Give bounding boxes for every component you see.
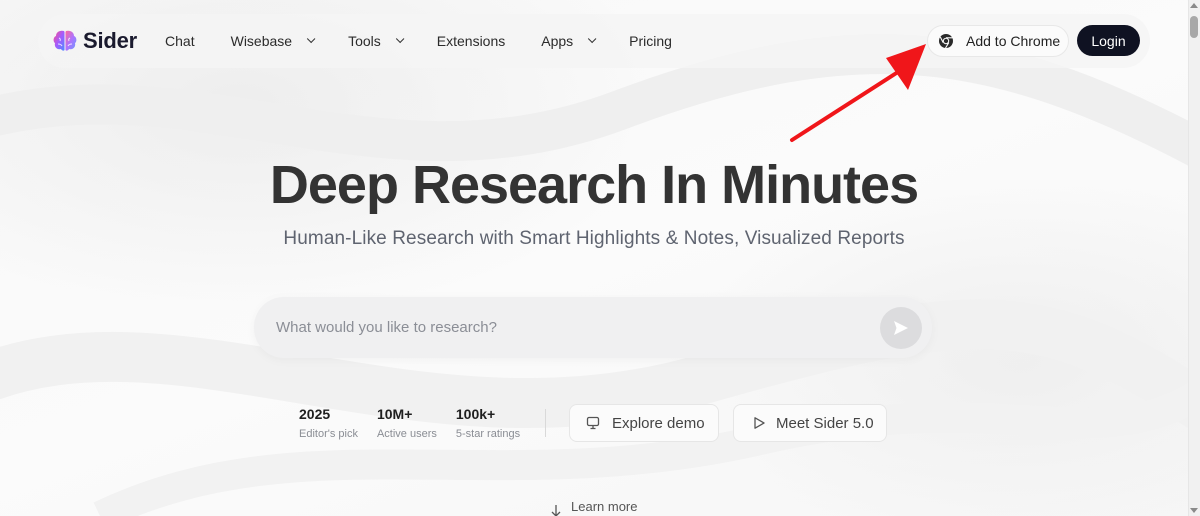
- chevron-down-icon: [588, 34, 597, 44]
- scrollbar-thumb[interactable]: [1190, 16, 1198, 38]
- meet-sider-label: Meet Sider 5.0: [776, 414, 874, 432]
- explore-demo-label: Explore demo: [612, 414, 705, 432]
- research-search-box: [254, 297, 932, 358]
- stats-row: 2025 Editor's pick 10M+ Active users 100…: [299, 406, 539, 440]
- stat-value: 2025: [299, 406, 331, 422]
- monitor-icon: [586, 416, 600, 430]
- meet-sider-button[interactable]: Meet Sider 5.0: [733, 404, 887, 442]
- login-button[interactable]: Login: [1077, 25, 1140, 56]
- stat-value: 10M+: [376, 406, 413, 422]
- nav-item-apps[interactable]: Apps: [541, 33, 597, 49]
- chevron-down-icon: [395, 34, 405, 44]
- nav-item-tools[interactable]: Tools: [348, 33, 405, 49]
- nav-item-wisebase[interactable]: Wisebase: [230, 33, 316, 49]
- nav-item-label: Chat: [165, 33, 195, 49]
- play-icon: [754, 417, 765, 429]
- learn-more-link[interactable]: Learn more: [550, 494, 637, 516]
- nav-item-extensions[interactable]: Extensions: [437, 33, 505, 49]
- scroll-down-icon[interactable]: [1190, 508, 1198, 513]
- stat-active-users: 10M+ Active users: [377, 406, 437, 440]
- stat-label: Editor's pick: [299, 428, 358, 440]
- nav-item-label: Extensions: [436, 33, 506, 49]
- brand-name: Sider: [83, 28, 138, 53]
- stats-divider: [545, 409, 546, 437]
- explore-demo-button[interactable]: Explore demo: [569, 404, 719, 442]
- nav-item-label: Pricing: [629, 33, 672, 49]
- hero-subtitle: Human-Like Research with Smart Highlight…: [283, 228, 905, 249]
- brand-logo[interactable]: Sider: [52, 28, 137, 54]
- stat-editors-pick: 2025 Editor's pick: [299, 406, 358, 440]
- add-to-chrome-label: Add to Chrome: [966, 33, 1061, 49]
- send-button[interactable]: [880, 307, 922, 349]
- stat-value: 100k+: [455, 406, 496, 422]
- learn-more-label: Learn more: [571, 498, 638, 514]
- stat-label: Active users: [376, 428, 437, 440]
- stat-label: 5-star ratings: [455, 428, 521, 440]
- send-icon: [894, 321, 908, 335]
- scroll-up-icon[interactable]: [1190, 3, 1198, 8]
- stat-ratings: 100k+ 5-star ratings: [456, 406, 520, 440]
- nav-item-label: Tools: [348, 33, 381, 49]
- arrow-down-icon: [551, 505, 561, 516]
- nav-item-label: Apps: [541, 33, 574, 49]
- research-input[interactable]: [276, 297, 856, 358]
- red-arrow-icon: [790, 44, 926, 142]
- top-navbar: Sider Chat Wisebase Tools Extensions App…: [38, 14, 1150, 68]
- nav-item-label: Wisebase: [230, 33, 293, 49]
- brain-icon: [53, 30, 77, 51]
- hero-title: Deep Research In Minutes: [269, 155, 919, 215]
- nav-item-chat[interactable]: Chat: [165, 33, 195, 49]
- chevron-down-icon: [306, 34, 316, 44]
- nav-menu: Chat Wisebase Tools Extensions Apps Pric…: [165, 33, 708, 49]
- page-scrollbar[interactable]: [1188, 0, 1200, 516]
- nav-item-pricing[interactable]: Pricing: [629, 33, 672, 49]
